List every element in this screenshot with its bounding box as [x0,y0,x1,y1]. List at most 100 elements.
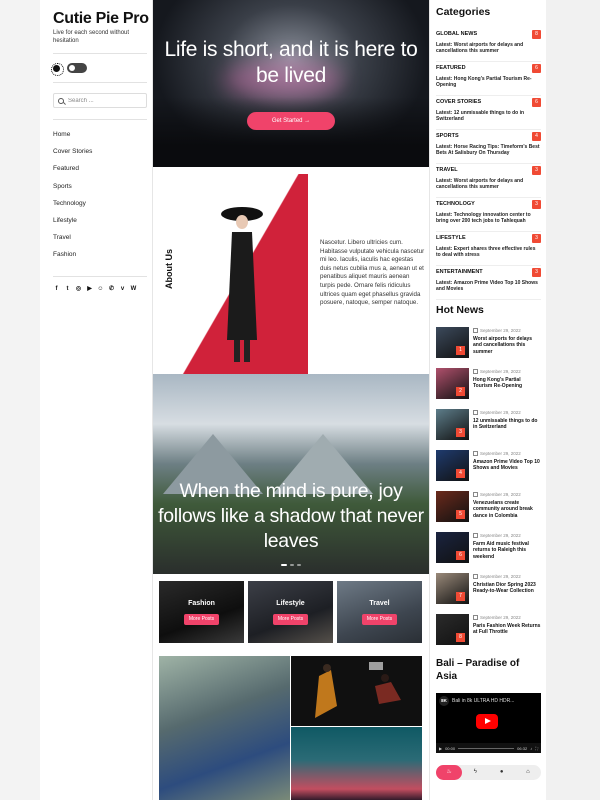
hot-news-item[interactable]: 4 September 29, 2022 Amazon Prime Video … [436,450,541,491]
hot-news-item[interactable]: 5 September 29, 2022 Venezuelans create … [436,491,541,532]
hot-news-item[interactable]: 1 September 29, 2022 Worst airports for … [436,327,541,368]
vk-icon[interactable]: v [119,286,126,293]
hot-news-thumbnail[interactable]: 8 [436,614,469,645]
facebook-icon[interactable]: f [53,286,60,293]
hot-news-title[interactable]: Paris Fashion Week Returns at Full Throt… [473,623,541,636]
city-skyline-image[interactable] [291,727,422,800]
hot-news-title[interactable]: Hong Kong's Partial Tourism Re-Opening [473,377,541,390]
nav-item-featured[interactable]: Featured [53,165,92,182]
category-latest[interactable]: Latest: Hong Kong's Partial Tourism Re-O… [436,76,541,88]
nav-item-fashion[interactable]: Fashion [53,251,92,268]
dark-mode-toggle[interactable] [67,63,87,73]
hot-news-thumbnail[interactable]: 3 [436,409,469,440]
youtube-play-icon[interactable] [476,714,498,729]
slider-dot-1[interactable] [281,564,287,566]
post-date: September 29, 2022 [473,328,521,333]
category-latest[interactable]: Latest: Expert shares three effective ru… [436,246,541,258]
solar-roofs-image[interactable] [159,656,290,800]
category-latest[interactable]: Latest: Technology innovation center to … [436,212,541,224]
fullscreen-icon[interactable]: ⛶ [535,746,538,751]
hot-news-thumbnail[interactable]: 7 [436,573,469,604]
post-date: September 29, 2022 [473,615,521,620]
category-card-fashion[interactable]: Fashion More Posts [159,581,244,643]
category-item[interactable]: FEATURED 6 Latest: Hong Kong's Partial T… [436,62,541,96]
hot-news-thumbnail[interactable]: 5 [436,491,469,522]
hot-news-item[interactable]: 6 September 29, 2022 Farm Aid music fest… [436,532,541,573]
progress-bar[interactable] [458,747,515,749]
category-latest[interactable]: Latest: Amazon Prime Video Top 10 Shows … [436,280,541,292]
category-item[interactable]: GLOBAL NEWS 8 Latest: Worst airports for… [436,28,541,62]
category-card-travel[interactable]: Travel More Posts [337,581,422,643]
right-sidebar: Categories GLOBAL NEWS 8 Latest: Worst a… [429,0,546,800]
video-title[interactable]: Bali in 8k ULTRA HD HDR... [452,698,514,704]
category-name[interactable]: ENTERTAINMENT [436,269,483,275]
hot-news-thumbnail[interactable]: 1 [436,327,469,358]
fire-icon[interactable]: ♨ [436,765,463,780]
youtube-icon[interactable]: ▶ [86,286,93,293]
category-latest[interactable]: Latest: Horse Racing Tips: Timeform's Be… [436,144,541,156]
hot-news-item[interactable]: 8 September 29, 2022 Paris Fashion Week … [436,614,541,655]
hot-news-item[interactable]: 2 September 29, 2022 Hong Kong's Partial… [436,368,541,409]
site-title[interactable]: Cutie Pie Pro [53,10,149,28]
hot-news-item[interactable]: 3 September 29, 2022 12 unmissable thing… [436,409,541,450]
hot-news-item[interactable]: 7 September 29, 2022 Christian Dior Spri… [436,573,541,614]
category-latest[interactable]: Latest: Worst airports for delays and ca… [436,42,541,54]
category-item[interactable]: SPORTS 4 Latest: Horse Racing Tips: Time… [436,130,541,164]
more-posts-button[interactable]: More Posts [184,614,219,625]
hot-news-thumbnail[interactable]: 2 [436,368,469,399]
nav-item-cover-stories[interactable]: Cover Stories [53,148,92,165]
main-nav: Home Cover Stories Featured Sports Techn… [53,131,92,269]
hot-news-thumbnail[interactable]: 4 [436,450,469,481]
divider [53,53,147,54]
category-item[interactable]: ENTERTAINMENT 3 Latest: Amazon Prime Vid… [436,266,541,300]
slider-dot-2[interactable] [290,564,294,566]
twitter-icon[interactable]: t [64,286,71,293]
category-name[interactable]: COVER STORIES [436,99,481,105]
category-name[interactable]: FEATURED [436,65,466,71]
wordpress-icon[interactable]: W [130,286,137,293]
search-input[interactable] [68,97,144,104]
category-item[interactable]: TRAVEL 3 Latest: Worst airports for dela… [436,164,541,198]
hot-news-thumbnail[interactable]: 6 [436,532,469,563]
slider-dot-3[interactable] [297,564,301,566]
hot-news-title[interactable]: Christian Dior Spring 2023 Ready-to-Wear… [473,582,541,595]
more-posts-button[interactable]: More Posts [273,614,308,625]
hot-news-title[interactable]: Worst airports for delays and cancellati… [473,336,541,355]
category-item[interactable]: LIFESTYLE 3 Latest: Expert shares three … [436,232,541,266]
more-posts-button[interactable]: More Posts [362,614,397,625]
nav-item-technology[interactable]: Technology [53,200,92,217]
hot-news-title[interactable]: Venezuelans create community around brea… [473,500,541,519]
category-card-lifestyle[interactable]: Lifestyle More Posts [248,581,333,643]
category-name[interactable]: GLOBAL NEWS [436,31,477,37]
post-date: September 29, 2022 [473,533,521,538]
category-latest[interactable]: Latest: 12 unmissable things to do in Sw… [436,110,541,122]
category-name[interactable]: TRAVEL [436,167,458,173]
nav-item-sports[interactable]: Sports [53,183,92,200]
nav-item-travel[interactable]: Travel [53,234,92,251]
channel-avatar[interactable]: 8K [439,696,449,706]
category-name[interactable]: LIFESTYLE [436,235,466,241]
category-item[interactable]: COVER STORIES 6 Latest: 12 unmissable th… [436,96,541,130]
video-player[interactable]: 8K Bali in 8k ULTRA HD HDR... ▶ 00:00 06… [436,693,541,753]
search-icon[interactable] [58,97,64,104]
hot-news-title[interactable]: Farm Aid music festival returns to Ralei… [473,541,541,560]
get-started-button[interactable]: Get Started → [247,112,335,130]
tag-icon[interactable]: ⌂ [515,765,541,780]
category-latest[interactable]: Latest: Worst airports for delays and ca… [436,178,541,190]
category-cards: Fashion More Posts Lifestyle More Posts … [159,581,422,643]
hot-news-title[interactable]: Amazon Prime Video Top 10 Shows and Movi… [473,459,541,472]
category-name[interactable]: TECHNOLOGY [436,201,475,207]
volume-icon[interactable]: ♪ [530,746,532,751]
hot-news-title[interactable]: 12 unmissable things to do in Switzerlan… [473,418,541,431]
nav-item-home[interactable]: Home [53,131,92,148]
dancers-image[interactable] [291,656,422,726]
whatsapp-icon[interactable]: ✆ [108,286,115,293]
instagram-icon[interactable]: ◎ [75,286,82,293]
comment-icon[interactable]: ● [489,765,515,780]
nav-item-lifestyle[interactable]: Lifestyle [53,217,92,234]
snapchat-icon[interactable]: ☺ [97,286,104,293]
category-name[interactable]: SPORTS [436,133,459,139]
play-icon[interactable]: ▶ [439,746,442,751]
category-item[interactable]: TECHNOLOGY 3 Latest: Technology innovati… [436,198,541,232]
bolt-icon[interactable]: ϟ [462,765,488,780]
